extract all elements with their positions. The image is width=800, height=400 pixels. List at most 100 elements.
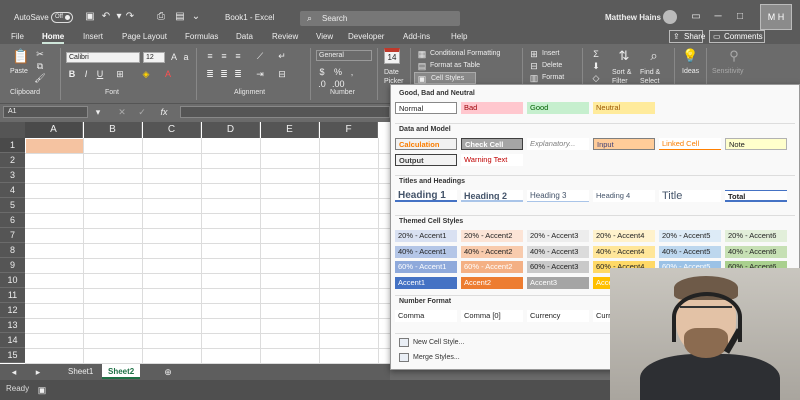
insert-function-icon[interactable]: fx: [158, 106, 170, 118]
bold-icon[interactable]: B: [66, 68, 78, 80]
ideas-button[interactable]: Ideas: [682, 68, 699, 75]
maximize-icon[interactable]: □: [734, 11, 746, 23]
sensitivity-icon[interactable]: ⚲: [726, 49, 742, 66]
comments-button[interactable]: ▭ Comments: [709, 30, 765, 43]
cell-style-swatch[interactable]: Warning Text: [461, 153, 523, 166]
row-header[interactable]: 11: [0, 288, 25, 303]
format-painter-icon[interactable]: 🖌: [34, 72, 46, 84]
cell-style-swatch[interactable]: 40% - Accent6: [725, 245, 787, 258]
enter-formula-icon[interactable]: ✓: [136, 106, 148, 118]
borders-icon[interactable]: ⊞: [114, 68, 126, 80]
align-middle-icon[interactable]: ≡: [218, 50, 230, 62]
save-icon[interactable]: ▣: [84, 11, 96, 23]
merge-styles-menu-item[interactable]: Merge Styles...: [413, 354, 460, 361]
tab-developer[interactable]: Developer: [348, 32, 384, 41]
row-header[interactable]: 12: [0, 303, 25, 318]
tab-data[interactable]: Data: [236, 32, 253, 41]
column-header[interactable]: A: [25, 122, 83, 138]
cell-style-swatch[interactable]: 40% - Accent4: [593, 245, 655, 258]
decrease-font-icon[interactable]: a: [180, 51, 192, 63]
tab-view[interactable]: View: [316, 32, 333, 41]
percent-style-icon[interactable]: %: [332, 66, 344, 78]
cell-style-swatch[interactable]: 40% - Accent1: [395, 245, 457, 258]
cell-style-swatch[interactable]: Output: [395, 153, 457, 166]
cell-style-swatch[interactable]: Comma: [395, 310, 457, 322]
cell-style-swatch[interactable]: 40% - Accent3: [527, 245, 589, 258]
row-header[interactable]: 7: [0, 228, 25, 243]
cell-style-swatch[interactable]: Heading 2: [461, 190, 523, 202]
align-left-icon[interactable]: ≣: [204, 68, 216, 80]
format-as-table-icon[interactable]: ▤: [416, 60, 428, 72]
cell-style-swatch[interactable]: Comma [0]: [461, 310, 523, 322]
paste-button[interactable]: Paste: [10, 68, 28, 75]
align-top-icon[interactable]: ≡: [204, 50, 216, 62]
format-cells-icon[interactable]: ▥: [528, 72, 540, 84]
increase-font-icon[interactable]: A: [168, 51, 180, 63]
tab-home[interactable]: Home: [42, 32, 65, 44]
avatar[interactable]: [663, 10, 677, 24]
sensitivity-button[interactable]: Sensitivity: [712, 68, 744, 75]
fill-icon[interactable]: ⬇: [590, 60, 602, 72]
formula-input[interactable]: [180, 106, 390, 118]
cell-style-swatch[interactable]: Heading 1: [395, 190, 457, 202]
insert-cells-icon[interactable]: ⊞: [528, 48, 540, 60]
tab-formulas[interactable]: Formulas: [185, 32, 218, 41]
row-header[interactable]: 3: [0, 168, 25, 183]
customize-qat-icon[interactable]: ⌄: [190, 11, 202, 23]
row-header[interactable]: 1: [0, 138, 25, 153]
cell-style-swatch[interactable]: Note: [725, 138, 787, 150]
cell-style-swatch[interactable]: Good: [527, 102, 589, 114]
select-all-corner[interactable]: [0, 122, 25, 138]
font-size-select[interactable]: 12: [143, 52, 165, 63]
row-header[interactable]: 15: [0, 348, 25, 363]
cell-style-swatch[interactable]: 20% - Accent5: [659, 230, 721, 242]
cell-style-swatch[interactable]: Bad: [461, 102, 523, 114]
autosave-toggle[interactable]: Off: [51, 12, 73, 23]
row-header[interactable]: 10: [0, 273, 25, 288]
sheet-tab-active[interactable]: Sheet2: [102, 364, 141, 379]
copy-icon[interactable]: ⧉: [34, 60, 46, 72]
number-format-select[interactable]: General: [316, 50, 372, 61]
scroll-left-icon[interactable]: ◂: [8, 366, 20, 378]
column-header[interactable]: E: [261, 122, 319, 138]
tab-review[interactable]: Review: [272, 32, 298, 41]
row-header[interactable]: 6: [0, 213, 25, 228]
tab-page-layout[interactable]: Page Layout: [122, 32, 167, 41]
name-box[interactable]: A1: [3, 106, 88, 118]
autosum-icon[interactable]: Σ: [590, 48, 602, 60]
row-header[interactable]: 9: [0, 258, 25, 273]
macro-record-icon[interactable]: ▣: [36, 384, 48, 396]
row-header[interactable]: 5: [0, 198, 25, 213]
scroll-right-icon[interactable]: ▸: [32, 366, 44, 378]
cell-style-swatch[interactable]: 60% - Accent2: [461, 261, 523, 273]
format-as-table-button[interactable]: Format as Table: [430, 62, 480, 69]
name-box-dropdown-icon[interactable]: ▾: [92, 106, 104, 118]
cell-style-swatch[interactable]: Input: [593, 138, 655, 150]
cell-style-swatch[interactable]: Heading 4: [593, 190, 655, 202]
cell-style-swatch[interactable]: Normal: [395, 102, 457, 114]
underline-icon[interactable]: U: [94, 68, 106, 80]
cell-style-swatch[interactable]: Linked Cell: [659, 138, 721, 150]
sort-filter-icon[interactable]: ⇅: [616, 49, 632, 66]
cell-style-swatch[interactable]: 60% - Accent3: [527, 261, 589, 273]
cut-icon[interactable]: ✂: [34, 48, 46, 60]
cell-style-swatch[interactable]: 60% - Accent1: [395, 261, 457, 273]
font-color-icon[interactable]: A: [162, 68, 174, 80]
print-icon[interactable]: ⎙: [155, 11, 167, 23]
delete-cells-icon[interactable]: ⊟: [528, 60, 540, 72]
cell-style-swatch[interactable]: Accent1: [395, 276, 457, 289]
ribbon-display-icon[interactable]: ▭: [690, 11, 702, 23]
cell-style-swatch[interactable]: Heading 3: [527, 190, 589, 202]
minimize-icon[interactable]: ─: [712, 11, 724, 23]
cell-style-swatch[interactable]: Neutral: [593, 102, 655, 114]
column-header[interactable]: F: [320, 122, 378, 138]
insert-cells-button[interactable]: Insert: [542, 50, 560, 57]
cell-style-swatch[interactable]: Total: [725, 190, 787, 202]
cell-style-swatch[interactable]: 20% - Accent3: [527, 230, 589, 242]
column-header[interactable]: C: [143, 122, 201, 138]
row-header[interactable]: 4: [0, 183, 25, 198]
cell-style-swatch[interactable]: 20% - Accent2: [461, 230, 523, 242]
tab-add-ins[interactable]: Add-ins: [403, 32, 430, 41]
cell-style-swatch[interactable]: Title: [659, 190, 721, 202]
increase-decimal-icon[interactable]: .0: [316, 78, 328, 90]
